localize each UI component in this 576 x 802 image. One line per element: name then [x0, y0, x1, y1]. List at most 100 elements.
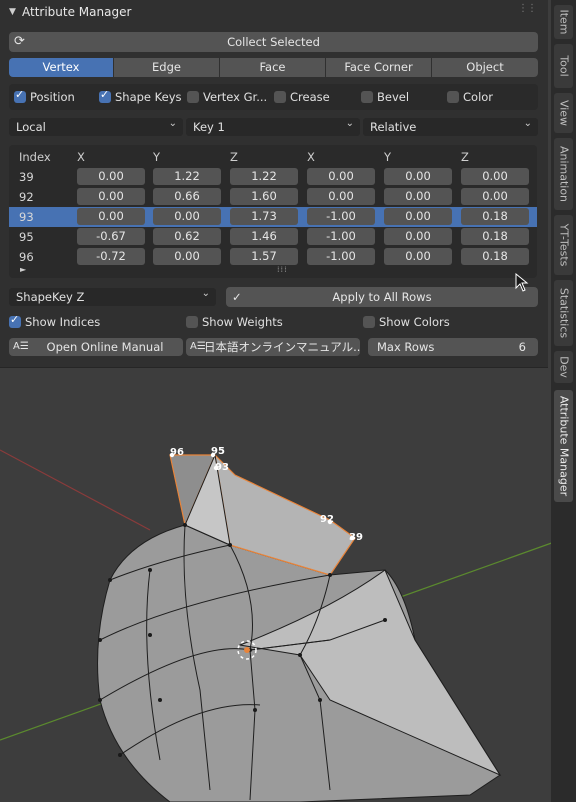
value-field[interactable]: 0.00 [384, 248, 452, 265]
side-tab-tool[interactable]: Tool [554, 44, 573, 88]
shape-keys-checkbox[interactable] [99, 88, 111, 103]
japanese-manual-label: 日本語オンラインマニュアル... [204, 340, 360, 354]
side-tab-view[interactable]: View [554, 93, 573, 133]
position-checkbox[interactable] [14, 88, 26, 103]
sidebar-tabs: Item Tool View Animation YT-Tests Statis… [551, 0, 576, 802]
tab-object[interactable]: Object [432, 58, 538, 77]
value-field[interactable]: -1.00 [307, 208, 375, 225]
japanese-manual-button[interactable]: A☰ 日本語オンラインマニュアル... [186, 338, 360, 356]
max-rows-field[interactable]: Max Rows 6 [368, 338, 538, 356]
bevel-checkbox[interactable] [361, 91, 373, 103]
show-weights-label: Show Weights [202, 315, 283, 329]
tab-vertex[interactable]: Vertex [9, 58, 113, 77]
shapekey-dropdown-value: Key 1 [193, 120, 225, 134]
value-field[interactable]: 1.46 [230, 228, 298, 245]
side-tab-attribute-manager[interactable]: Attribute Manager [554, 390, 573, 502]
show-indices-label: Show Indices [25, 315, 101, 329]
vertex-label-95: 95 [211, 446, 225, 457]
apply-to-all-rows-button[interactable]: ✓ Apply to All Rows [226, 287, 538, 307]
tab-face-corner[interactable]: Face Corner [326, 58, 431, 77]
header-index: Index [19, 150, 51, 164]
table-row[interactable]: 95 -0.67 0.62 1.46 -1.00 0.00 0.18 [9, 227, 537, 247]
vertex-label-93: 93 [215, 462, 229, 473]
mode-dropdown[interactable]: Relative ⌄ [363, 118, 538, 136]
vertex-groups-checkbox[interactable] [187, 91, 199, 103]
value-field[interactable]: 0.00 [461, 188, 529, 205]
header-key-z: Z [461, 150, 469, 164]
attribute-toggles: Position Shape Keys Vertex Gr... Crease … [9, 84, 538, 110]
crease-label: Crease [290, 90, 330, 104]
value-field[interactable]: 0.00 [153, 248, 221, 265]
value-field[interactable]: -1.00 [307, 248, 375, 265]
apply-to-all-rows-label: Apply to All Rows [332, 290, 432, 304]
crease-checkbox[interactable] [274, 91, 286, 103]
shape-keys-label: Shape Keys [115, 90, 182, 104]
collapse-arrow-icon[interactable]: ▼ [9, 7, 16, 17]
value-field[interactable]: 0.00 [384, 188, 452, 205]
value-field[interactable]: -0.67 [77, 228, 145, 245]
value-field[interactable]: 1.73 [230, 208, 298, 225]
attribute-table: Index X Y Z X Y Z 39 0.00 1.22 1.22 0.00 0.00… [9, 145, 537, 278]
value-field[interactable]: 0.00 [384, 208, 452, 225]
space-dropdown-value: Local [16, 120, 46, 134]
table-row[interactable]: 96 -0.72 0.00 1.57 -1.00 0.00 0.18 [9, 247, 537, 267]
value-field[interactable]: 0.00 [77, 168, 145, 185]
table-row[interactable]: 93 0.00 0.00 1.73 -1.00 0.00 0.18 [9, 207, 537, 227]
target-dropdown[interactable]: ShapeKey Z ⌄ [9, 288, 216, 306]
table-row[interactable]: 92 0.00 0.66 1.60 0.00 0.00 0.00 [9, 187, 537, 207]
value-field[interactable]: 0.00 [461, 168, 529, 185]
value-field[interactable]: -0.72 [77, 248, 145, 265]
value-field[interactable]: 1.22 [230, 168, 298, 185]
collect-selected-button[interactable]: ⟳ Collect Selected [9, 32, 538, 52]
panel-header[interactable]: ▼ Attribute Manager ⋮⋮ [0, 0, 548, 26]
value-field[interactable]: 0.00 [77, 208, 145, 225]
side-tab-dev[interactable]: Dev [554, 351, 573, 383]
open-online-manual-button[interactable]: A☰ Open Online Manual [9, 338, 183, 356]
side-tab-statistics[interactable]: Statistics [554, 280, 573, 346]
drag-grip-icon[interactable]: ⋮⋮ [518, 4, 537, 14]
header-pos-z: Z [230, 150, 238, 164]
side-tab-animation[interactable]: Animation [554, 138, 573, 210]
max-rows-label: Max Rows [377, 340, 435, 354]
value-field[interactable]: 0.18 [461, 208, 529, 225]
vertex-label-96: 96 [170, 447, 184, 458]
show-colors-label: Show Colors [379, 315, 450, 329]
row-index: 39 [19, 170, 34, 184]
value-field[interactable]: -1.00 [307, 228, 375, 245]
color-checkbox[interactable] [447, 91, 459, 103]
space-dropdown[interactable]: Local ⌄ [9, 118, 183, 136]
max-rows-value: 6 [518, 340, 526, 354]
chevron-down-icon: ⌄ [345, 118, 354, 129]
table-row[interactable]: 39 0.00 1.22 1.22 0.00 0.00 0.00 [9, 167, 537, 187]
value-field[interactable]: 0.62 [153, 228, 221, 245]
resize-handle-icon[interactable]: ⁞⁞⁞ [277, 265, 288, 274]
position-label: Position [30, 90, 75, 104]
value-field[interactable]: 0.00 [307, 168, 375, 185]
tab-edge[interactable]: Edge [114, 58, 219, 77]
value-field[interactable]: 0.00 [153, 208, 221, 225]
vertex-groups-label: Vertex Gr... [203, 90, 268, 104]
value-field[interactable]: 0.00 [77, 188, 145, 205]
value-field[interactable]: 0.18 [461, 248, 529, 265]
side-tab-item[interactable]: Item [554, 5, 573, 39]
value-field[interactable]: 1.57 [230, 248, 298, 265]
row-index: 93 [19, 210, 34, 224]
side-tab-yt-tests[interactable]: YT-Tests [554, 215, 573, 275]
show-weights-checkbox[interactable] [186, 316, 198, 328]
row-index: 95 [19, 230, 34, 244]
value-field[interactable]: 1.22 [153, 168, 221, 185]
value-field[interactable]: 0.18 [461, 228, 529, 245]
value-field[interactable]: 0.66 [153, 188, 221, 205]
header-pos-y: Y [153, 150, 161, 164]
value-field[interactable]: 1.60 [230, 188, 298, 205]
manual-icon: A☰ [13, 341, 29, 352]
domain-tabs: Vertex Edge Face Face Corner Object [9, 58, 538, 77]
value-field[interactable]: 0.00 [384, 168, 452, 185]
value-field[interactable]: 0.00 [384, 228, 452, 245]
shapekey-dropdown[interactable]: Key 1 ⌄ [186, 118, 360, 136]
show-indices-checkbox[interactable] [9, 313, 21, 328]
expand-arrow-icon[interactable]: ► [20, 265, 26, 274]
value-field[interactable]: 0.00 [307, 188, 375, 205]
tab-face[interactable]: Face [220, 58, 325, 77]
show-colors-checkbox[interactable] [363, 316, 375, 328]
